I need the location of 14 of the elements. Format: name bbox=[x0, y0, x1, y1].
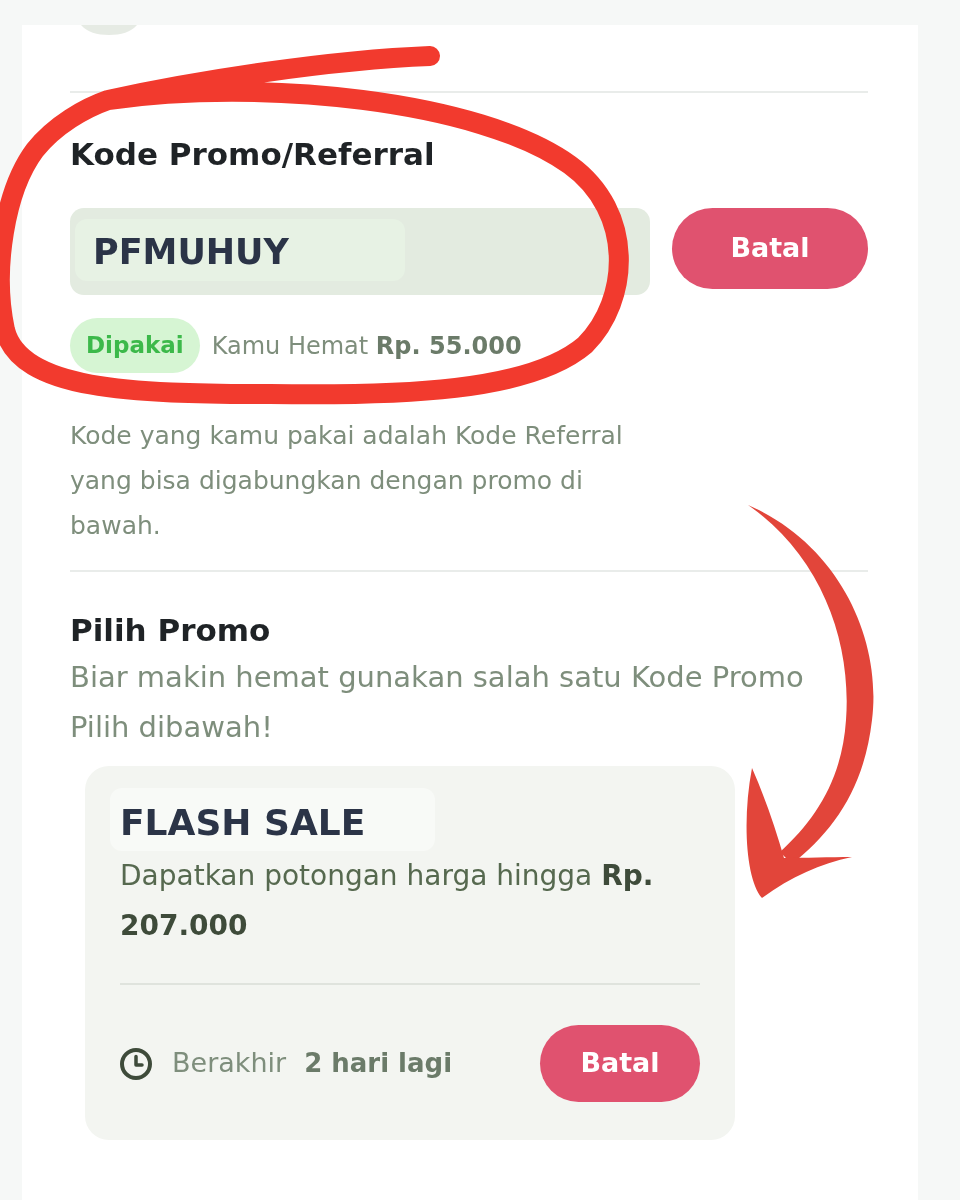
promo-code-field[interactable]: PFMUHUY bbox=[70, 208, 650, 295]
promo-title: FLASH SALE bbox=[110, 788, 435, 851]
note-text: Kode yang kamu pakai adalah Kode Referral yang bisa digabungkan dengan promo di bawah. bbox=[70, 420, 624, 542]
section-title: Pilih Promo bbox=[70, 611, 272, 650]
cancel-button[interactable]: Batal bbox=[672, 208, 868, 289]
section-title: Kode Promo/Referral bbox=[70, 135, 436, 174]
savings-text: Kamu Hemat Rp. 55.000 bbox=[211, 330, 522, 361]
expiry-value: 2 hari lagi bbox=[304, 1047, 453, 1080]
clock-icon bbox=[120, 1047, 152, 1080]
section-subtitle: Biar makin hemat gunakan salah satu Kode Promo Pilih dibawah! bbox=[70, 659, 805, 746]
promo-description: Dapatkan potongan harga hingga Rp. 207.000 bbox=[120, 858, 655, 944]
expiry-label: Berakhir bbox=[172, 1046, 287, 1081]
cancel-button[interactable]: Batal bbox=[540, 1025, 700, 1102]
status-badge: Dipakai bbox=[70, 318, 200, 373]
